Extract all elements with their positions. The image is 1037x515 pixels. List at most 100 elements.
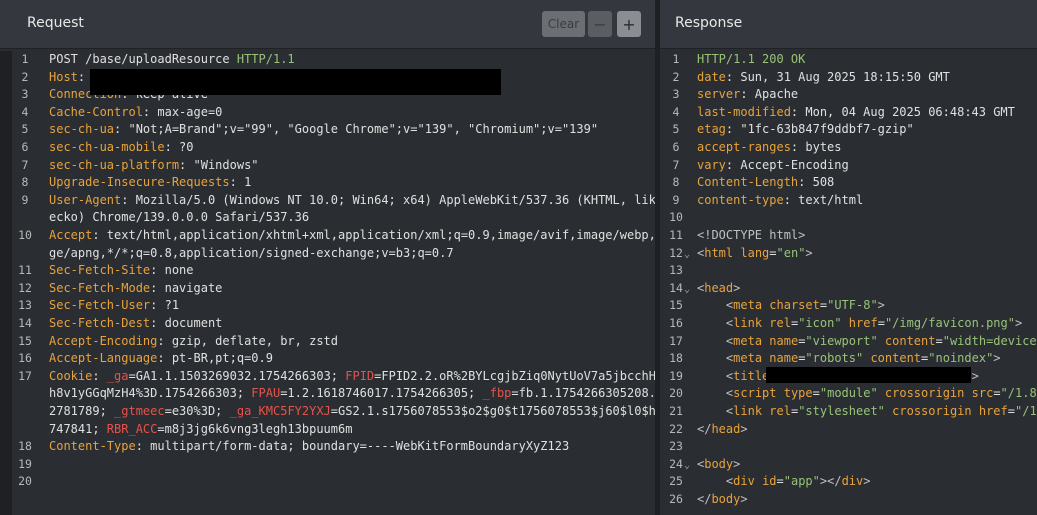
code-line: 16 Accept-Language: pt-BR,pt;q=0.9 [0,350,655,368]
line-number: 16 [18,351,32,366]
code-token: "UTF-8" [827,298,878,313]
response-editor[interactable]: 1 HTTP/1.1 200 OK 2 date: Sun, 31 Aug 2025 … [660,51,1037,515]
code-token: Host [49,69,78,84]
line-number: 3 [672,87,680,102]
code-token: > [993,351,1001,366]
code-token: : "Not;A=Brand";v="99", "Google Chrome";… [114,122,599,137]
code-token: 747841; [49,421,107,436]
chevron-down-icon[interactable]: ⌄ [684,281,690,299]
code-token: content-type [697,192,784,207]
code-line: 8 Upgrade-Insecure-Requests: 1 [0,174,655,192]
code-token: : "1fc-63b847f9ddbf7-gzip" [725,122,914,137]
code-token: FPAU [251,386,281,401]
code-token: Cookie [49,368,93,383]
request-editor[interactable]: 1 POST /base/uploadResource HTTP/1.1 2 Host… [0,51,655,515]
line-text: POST /base/uploadResource HTTP/1.1 [49,51,295,69]
code-token: : none [150,263,194,278]
line-text: Cookie: _ga=GA1.1.1503269032.1754266303;… [49,368,655,386]
line-text: Accept-Language: pt-BR,pt;q=0.9 [49,350,273,368]
line-number: 21 [669,404,683,418]
code-token: Cache-Control [49,104,143,119]
code-token: : gzip, deflate, br, zstd [157,333,338,348]
code-token: : text/html [783,192,864,207]
code-token: head [704,280,734,295]
code-line: 5 sec-ch-ua: "Not;A=Brand";v="99", "Googl… [0,121,655,139]
code-token: name [769,351,799,366]
line-number: 19 [669,368,683,383]
line-text: sec-ch-ua: "Not;A=Brand";v="99", "Google… [49,121,598,139]
code-token: POST /base/uploadResource [49,52,237,66]
code-token: > [805,245,813,260]
redaction-bar [90,69,501,95]
line-number: 18 [18,439,32,454]
code-token: </ [697,492,712,506]
line-number: 13 [18,298,32,313]
code-token: : bytes [790,140,842,154]
code-line: 15 Accept-Encoding: gzip, deflate, br, zs… [0,333,655,351]
code-token: sec-ch-ua-platform [49,157,180,172]
line-text: vary: Accept-Encoding [697,157,849,175]
code-token: > [740,492,748,506]
clear-button[interactable]: Clear [542,11,585,37]
line-number: 2 [21,69,29,84]
code-token: vary [697,157,726,172]
line-text: Accept-Encoding: gzip, deflate, br, zstd [49,333,338,351]
code-token: link [733,316,763,330]
line-text: Sec-Fetch-User: ?1 [49,297,179,315]
chevron-down-icon[interactable]: ⌄ [684,457,690,475]
code-token: body [711,492,741,506]
line-text: </body> [697,491,748,509]
line-text: <body> [697,456,740,474]
code-token: href [978,404,1008,418]
line-text: 2781789; _gtmeec=e30%3D; _ga_KMC5FY2YXJ=… [49,403,655,421]
line-number: 10 [18,228,32,242]
code-token: "icon" [798,316,842,330]
code-line: 10 [660,209,1037,227]
line-text: h8v1yGGqMzH4%3D.1754266303; FPAU=1.2.161… [49,385,655,403]
line-text: ge/apng,*/*;q=0.8,application/signed-exc… [49,245,454,263]
code-line: 14 ⌄ <head> [660,280,1037,298]
line-text: HTTP/1.1 200 OK [697,51,805,69]
line-number: 17 [18,368,32,383]
code-token: : pt-BR,pt;q=0.9 [157,351,273,366]
code-token: lang [740,245,770,260]
line-number: 8 [21,175,29,190]
code-token: </ [697,421,712,436]
code-line: 1 POST /base/uploadResource HTTP/1.1 [0,51,655,69]
redaction-bar [766,367,971,383]
zoom-in-button[interactable]: + [617,11,641,37]
code-line: 17 <meta name="viewport" content="width=… [660,333,1037,351]
chevron-down-icon[interactable]: ⌄ [684,246,690,264]
line-text: <html lang="en"> [697,245,813,263]
line-text: <meta name="viewport" content="width=dev… [697,333,1037,351]
line-text: Cache-Control: max-age=0 [49,104,222,122]
code-line: 7 sec-ch-ua-platform: "Windows" [0,157,655,175]
line-number: 10 [669,210,683,225]
code-token: Sec-Fetch-Dest [49,316,151,330]
code-token: : Apache [740,87,799,102]
line-number: 22 [669,421,683,436]
code-line: 18 <meta name="robots" content="noindex"… [660,350,1037,368]
line-number: 11 [18,263,32,278]
code-line: h8v1yGGqMzH4%3D.1754266303; FPAU=1.2.161… [0,385,655,403]
code-token: meta [733,351,763,366]
code-token: = [819,298,828,313]
code-token: : ?1 [150,298,180,313]
code-token: = [812,386,820,401]
zoom-out-button[interactable]: − [588,11,612,37]
code-token: _gtmeec [114,404,165,418]
line-text: sec-ch-ua-mobile: ?0 [49,139,194,157]
code-line: 12 ⌄ <html lang="en"> [660,245,1037,263]
code-token: : Mon, 04 Aug 2025 06:48:43 GMT [790,104,1015,119]
code-token: "en" [776,245,806,260]
code-token: ></ [819,474,842,489]
response-panel: Response 1 HTTP/1.1 200 OK 2 date: Sun, 31 … [660,0,1037,515]
code-token: Sec-Fetch-Site [49,263,151,278]
code-token: : 508 [798,175,835,190]
